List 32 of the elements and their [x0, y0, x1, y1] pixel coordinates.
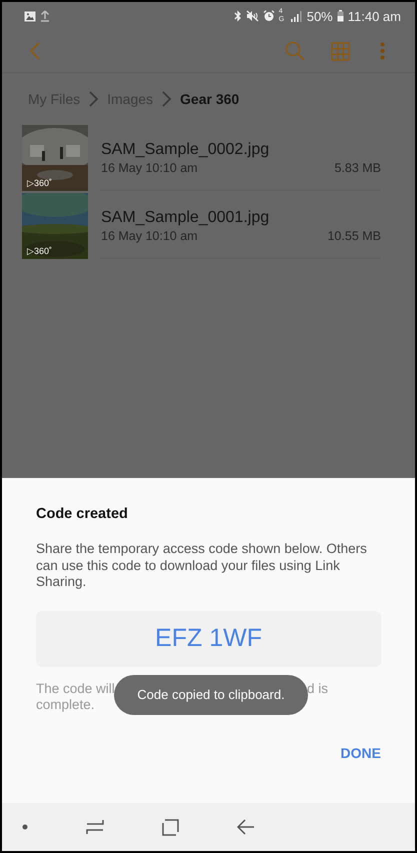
360-label: ▷360˚ — [27, 246, 52, 256]
back-icon[interactable] — [237, 819, 255, 835]
bluetooth-icon — [234, 10, 242, 22]
toast: Code copied to clipboard. — [114, 674, 308, 714]
battery-icon — [336, 10, 344, 22]
file-date: 16 May 10:10 am — [101, 160, 198, 174]
done-button[interactable]: DONE — [340, 744, 381, 760]
file-size: 5.83 MB — [334, 160, 381, 174]
dialog-message: Share the temporary access code shown below. Others can use this code to download your files using Link Sharing. — [36, 541, 368, 590]
chevron-icon — [89, 91, 98, 107]
battery-percent: 50% — [306, 8, 333, 24]
dot-icon[interactable] — [22, 824, 28, 830]
expiry-note: d is — [306, 680, 328, 696]
access-code: EFZ 1WF — [36, 610, 381, 666]
alarm-icon — [262, 10, 275, 22]
clock: 11:40 am — [348, 8, 401, 24]
recent-apps-icon[interactable] — [86, 819, 104, 835]
dialog-title: Code created — [36, 506, 129, 522]
expiry-note: complete. — [36, 696, 95, 712]
360-label: ▷360˚ — [27, 178, 52, 188]
mute-icon — [246, 10, 259, 22]
chevron-icon — [162, 91, 172, 107]
home-icon[interactable] — [162, 818, 179, 836]
image-icon — [24, 10, 36, 22]
upload-icon — [40, 10, 50, 22]
breadcrumb-item[interactable]: Gear 360 — [180, 91, 240, 107]
file-size: 10.55 MB — [327, 228, 381, 242]
file-name[interactable]: SAM_Sample_0001.jpg — [101, 208, 381, 226]
expiry-note: The code will — [36, 680, 115, 696]
file-date: 16 May 10:10 am — [101, 228, 198, 242]
file-name[interactable]: SAM_Sample_0002.jpg — [101, 140, 381, 158]
signal-icon — [290, 10, 303, 22]
